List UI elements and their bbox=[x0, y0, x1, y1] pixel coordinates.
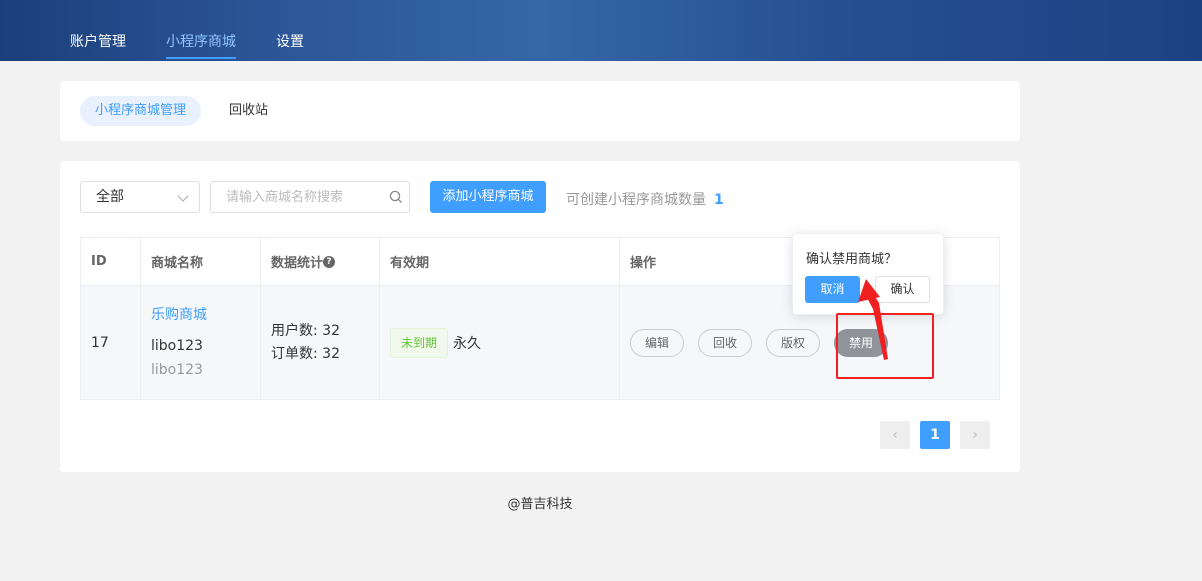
recycle-button[interactable]: 回收 bbox=[698, 328, 753, 357]
top-header: 账户管理 小程序商城 设置 bbox=[0, 0, 1202, 61]
shop-name-link[interactable]: 乐购商城 bbox=[151, 304, 260, 324]
footer-text: @普吉科技 bbox=[507, 497, 573, 512]
chevron-down-icon bbox=[177, 190, 189, 202]
cell-id: 17 bbox=[81, 286, 141, 399]
confirm-popover: 确认禁用商城？ 取消 确认 bbox=[792, 233, 944, 315]
tab-mall-management[interactable]: 小程序商城管理 bbox=[80, 96, 202, 126]
user-primary: libo123 bbox=[151, 337, 203, 354]
pagination-next[interactable]: › bbox=[960, 421, 990, 449]
annotation-highlight-box bbox=[836, 313, 934, 379]
quota-text: 可创建小程序商城数量 1 bbox=[566, 189, 724, 209]
cell-validity: 未到期 永久 bbox=[380, 286, 620, 399]
pagination-prev[interactable]: ‹ bbox=[880, 421, 910, 449]
status-select[interactable]: 全部 bbox=[80, 181, 200, 213]
top-nav: 账户管理 小程序商城 设置 bbox=[70, 31, 344, 61]
header-validity: 有效期 bbox=[380, 238, 620, 285]
header-id: ID bbox=[81, 238, 141, 285]
popover-confirm-button[interactable]: 确认 bbox=[875, 276, 930, 303]
sub-nav-card: 小程序商城管理 回收站 bbox=[60, 81, 1020, 141]
pagination-page-1[interactable]: 1 bbox=[920, 421, 950, 449]
edit-button[interactable]: 编辑 bbox=[630, 328, 685, 357]
user-secondary: libo123 bbox=[151, 361, 203, 378]
cell-name: 乐购商城 libo123 libo123 bbox=[141, 286, 261, 399]
nav-item-settings[interactable]: 设置 bbox=[276, 31, 304, 61]
help-icon[interactable]: ? bbox=[323, 255, 336, 268]
copyright-button[interactable]: 版权 bbox=[766, 328, 821, 357]
header-name: 商城名称 bbox=[141, 238, 261, 285]
header-stats: 数据统计? bbox=[261, 238, 380, 285]
popover-cancel-button[interactable]: 取消 bbox=[805, 276, 860, 303]
shop-user: libo123 libo123 bbox=[151, 334, 251, 382]
search-box bbox=[210, 181, 410, 213]
add-mall-button[interactable]: 添加小程序商城 bbox=[430, 181, 546, 213]
status-select-value: 全部 bbox=[96, 189, 124, 205]
users-stat: 用户数: 32 bbox=[271, 322, 340, 339]
header-stats-label: 数据统计 bbox=[271, 256, 324, 271]
popover-message: 确认禁用商城？ bbox=[806, 252, 898, 267]
quota-label: 可创建小程序商城数量 bbox=[566, 192, 706, 208]
tab-recycle-bin[interactable]: 回收站 bbox=[214, 96, 283, 126]
status-badge: 未到期 bbox=[390, 327, 449, 358]
nav-item-account[interactable]: 账户管理 bbox=[70, 31, 126, 61]
cell-stats: 用户数: 32 订单数: 32 bbox=[261, 286, 380, 399]
nav-item-miniprogram-mall[interactable]: 小程序商城 bbox=[166, 31, 236, 61]
orders-stat: 订单数: 32 bbox=[271, 345, 340, 362]
validity-text: 永久 bbox=[453, 335, 482, 352]
search-input[interactable] bbox=[211, 182, 381, 212]
search-icon[interactable] bbox=[389, 190, 403, 204]
quota-value: 1 bbox=[714, 192, 724, 208]
